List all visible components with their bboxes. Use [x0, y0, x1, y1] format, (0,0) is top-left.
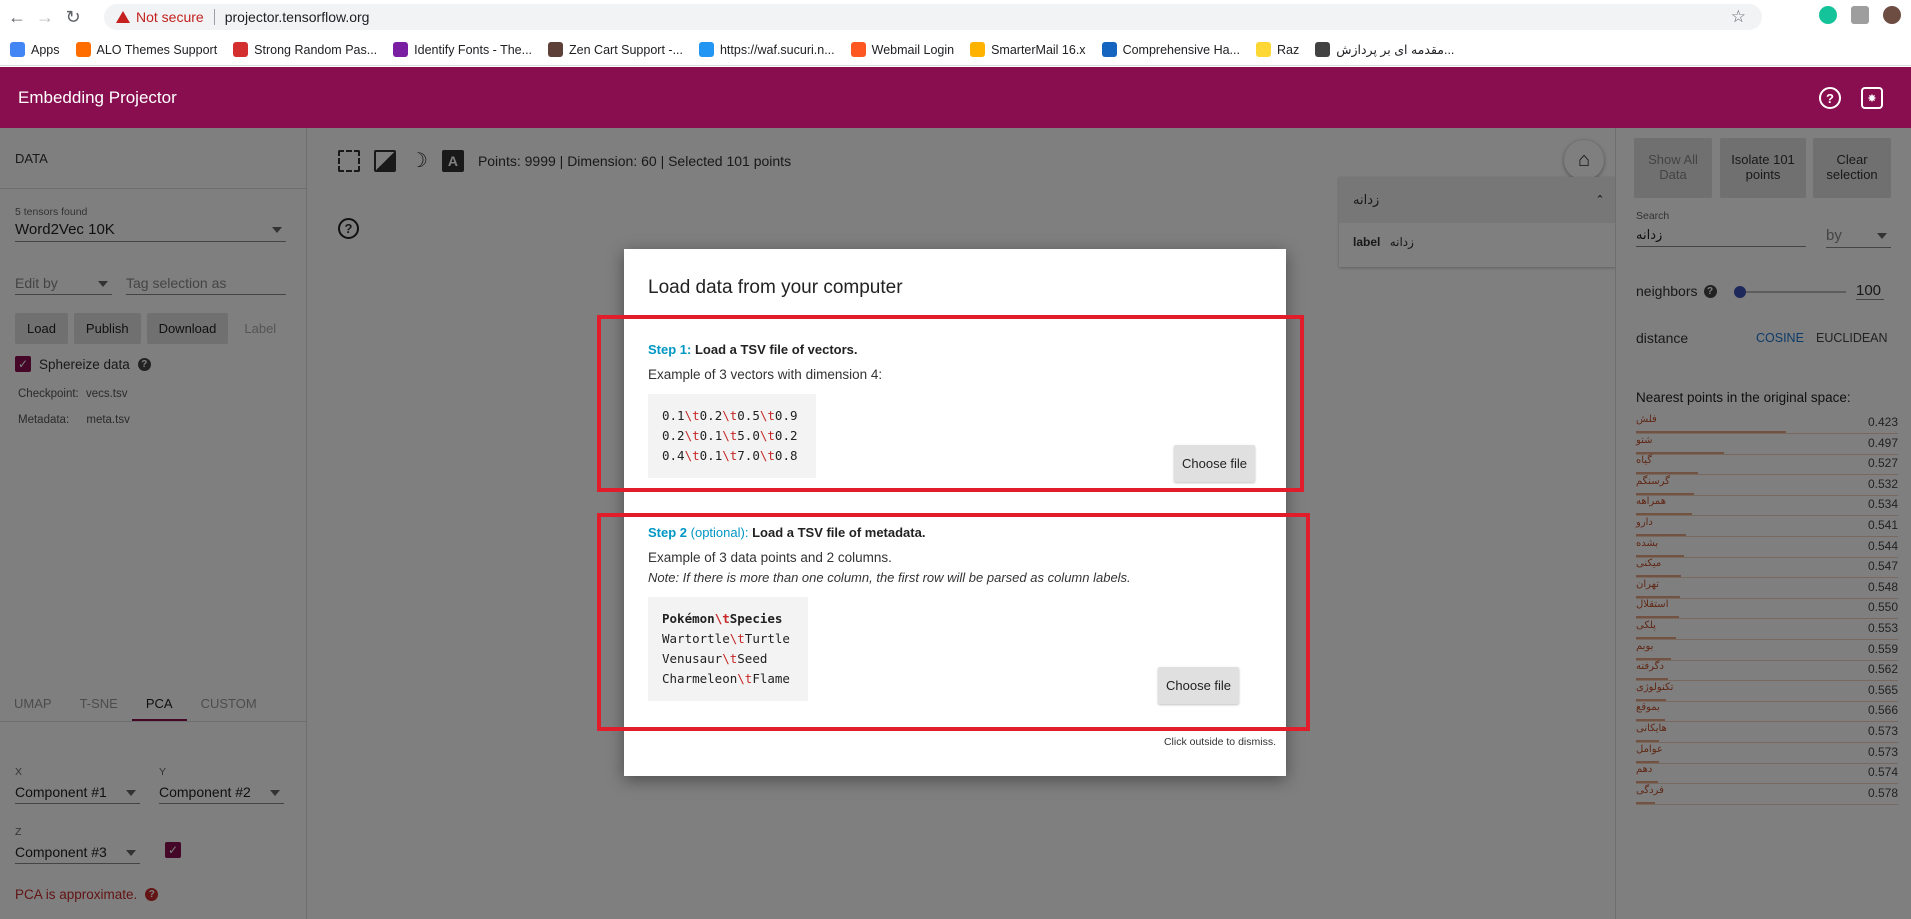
help-icon[interactable]: ? [1819, 87, 1841, 109]
bookmark-item[interactable]: Identify Fonts - The... [393, 42, 532, 57]
address-separator [213, 9, 215, 25]
bookmark-item[interactable]: https://waf.sucuri.n... [698, 42, 835, 57]
bookmark-label: Identify Fonts - The... [414, 42, 533, 57]
bookmark-label: Raz [1276, 42, 1300, 57]
bookmark-favicon-icon [233, 42, 249, 57]
bookmark-label: Strong Random Pas... [254, 42, 378, 57]
app-header: Embedding Projector ? ✸ [0, 67, 1911, 128]
apps-grid-icon [10, 42, 25, 57]
extensions [1819, 6, 1901, 24]
bookmark-favicon-icon [1255, 42, 1271, 57]
bookmark-favicon-icon [75, 42, 91, 57]
bookmark-label: Zen Cart Support -... [569, 42, 683, 57]
bookmark-item[interactable]: Strong Random Pas... [233, 42, 377, 57]
bug-icon[interactable]: ✸ [1861, 87, 1883, 109]
bookmark-label: Comprehensive Ha... [1122, 42, 1240, 57]
browser-toolbar: ← → ↻ Not secure projector.tensorflow.or… [0, 0, 1911, 34]
forward-icon[interactable]: → [34, 6, 56, 28]
bookmark-label: SmarterMail 16.x [991, 42, 1086, 57]
bookmark-label: ALO Themes Support [96, 42, 218, 57]
bookmark-favicon-icon [970, 42, 986, 57]
bookmark-star-icon[interactable]: ☆ [1731, 7, 1746, 27]
address-bar[interactable]: Not secure projector.tensorflow.org ☆ [104, 4, 1762, 30]
bookmark-item[interactable]: Comprehensive Ha... [1101, 42, 1240, 57]
dialog-title: Load data from your computer [648, 277, 903, 298]
bookmark-label: مقدمه ای بر پردازش... [1336, 43, 1455, 57]
bookmark-favicon-icon [393, 42, 409, 57]
bookmark-favicon-icon [548, 42, 564, 57]
security-text: Not secure [136, 9, 204, 25]
camera-icon[interactable] [1851, 6, 1869, 24]
bookmark-item[interactable]: SmarterMail 16.x [970, 42, 1086, 57]
profile-avatar[interactable] [1883, 6, 1901, 24]
back-icon[interactable]: ← [6, 6, 28, 28]
bookmark-label: Apps [31, 42, 60, 57]
warning-icon [116, 11, 130, 23]
bookmark-label: Webmail Login [871, 42, 955, 57]
bookmark-item[interactable]: مقدمه ای بر پردازش... [1315, 42, 1454, 57]
bookmark-favicon-icon [1101, 42, 1117, 57]
bookmark-item[interactable]: Webmail Login [850, 42, 955, 57]
security-indicator[interactable]: Not secure [116, 9, 204, 25]
url-text: projector.tensorflow.org [224, 9, 370, 25]
bookmark-item[interactable]: Zen Cart Support -... [548, 42, 683, 57]
bookmark-favicon-icon [850, 42, 866, 57]
bookmark-item[interactable]: Raz [1255, 42, 1300, 57]
bookmark-item[interactable]: Apps [10, 42, 60, 57]
step2-highlight [597, 513, 1310, 731]
bookmarks-bar: Apps ALO Themes Support Strong Random Pas.… [0, 34, 1911, 66]
dismiss-hint: Click outside to dismiss. [1163, 736, 1276, 748]
grammarly-icon[interactable] [1819, 6, 1837, 24]
bookmark-label: https://waf.sucuri.n... [719, 42, 835, 57]
bookmark-favicon-icon [698, 42, 714, 57]
reload-icon[interactable]: ↻ [62, 6, 84, 28]
app-title: Embedding Projector [18, 87, 177, 107]
step1-highlight [597, 315, 1304, 492]
bookmark-favicon-icon [1315, 42, 1331, 57]
bookmark-item[interactable]: ALO Themes Support [75, 42, 218, 57]
